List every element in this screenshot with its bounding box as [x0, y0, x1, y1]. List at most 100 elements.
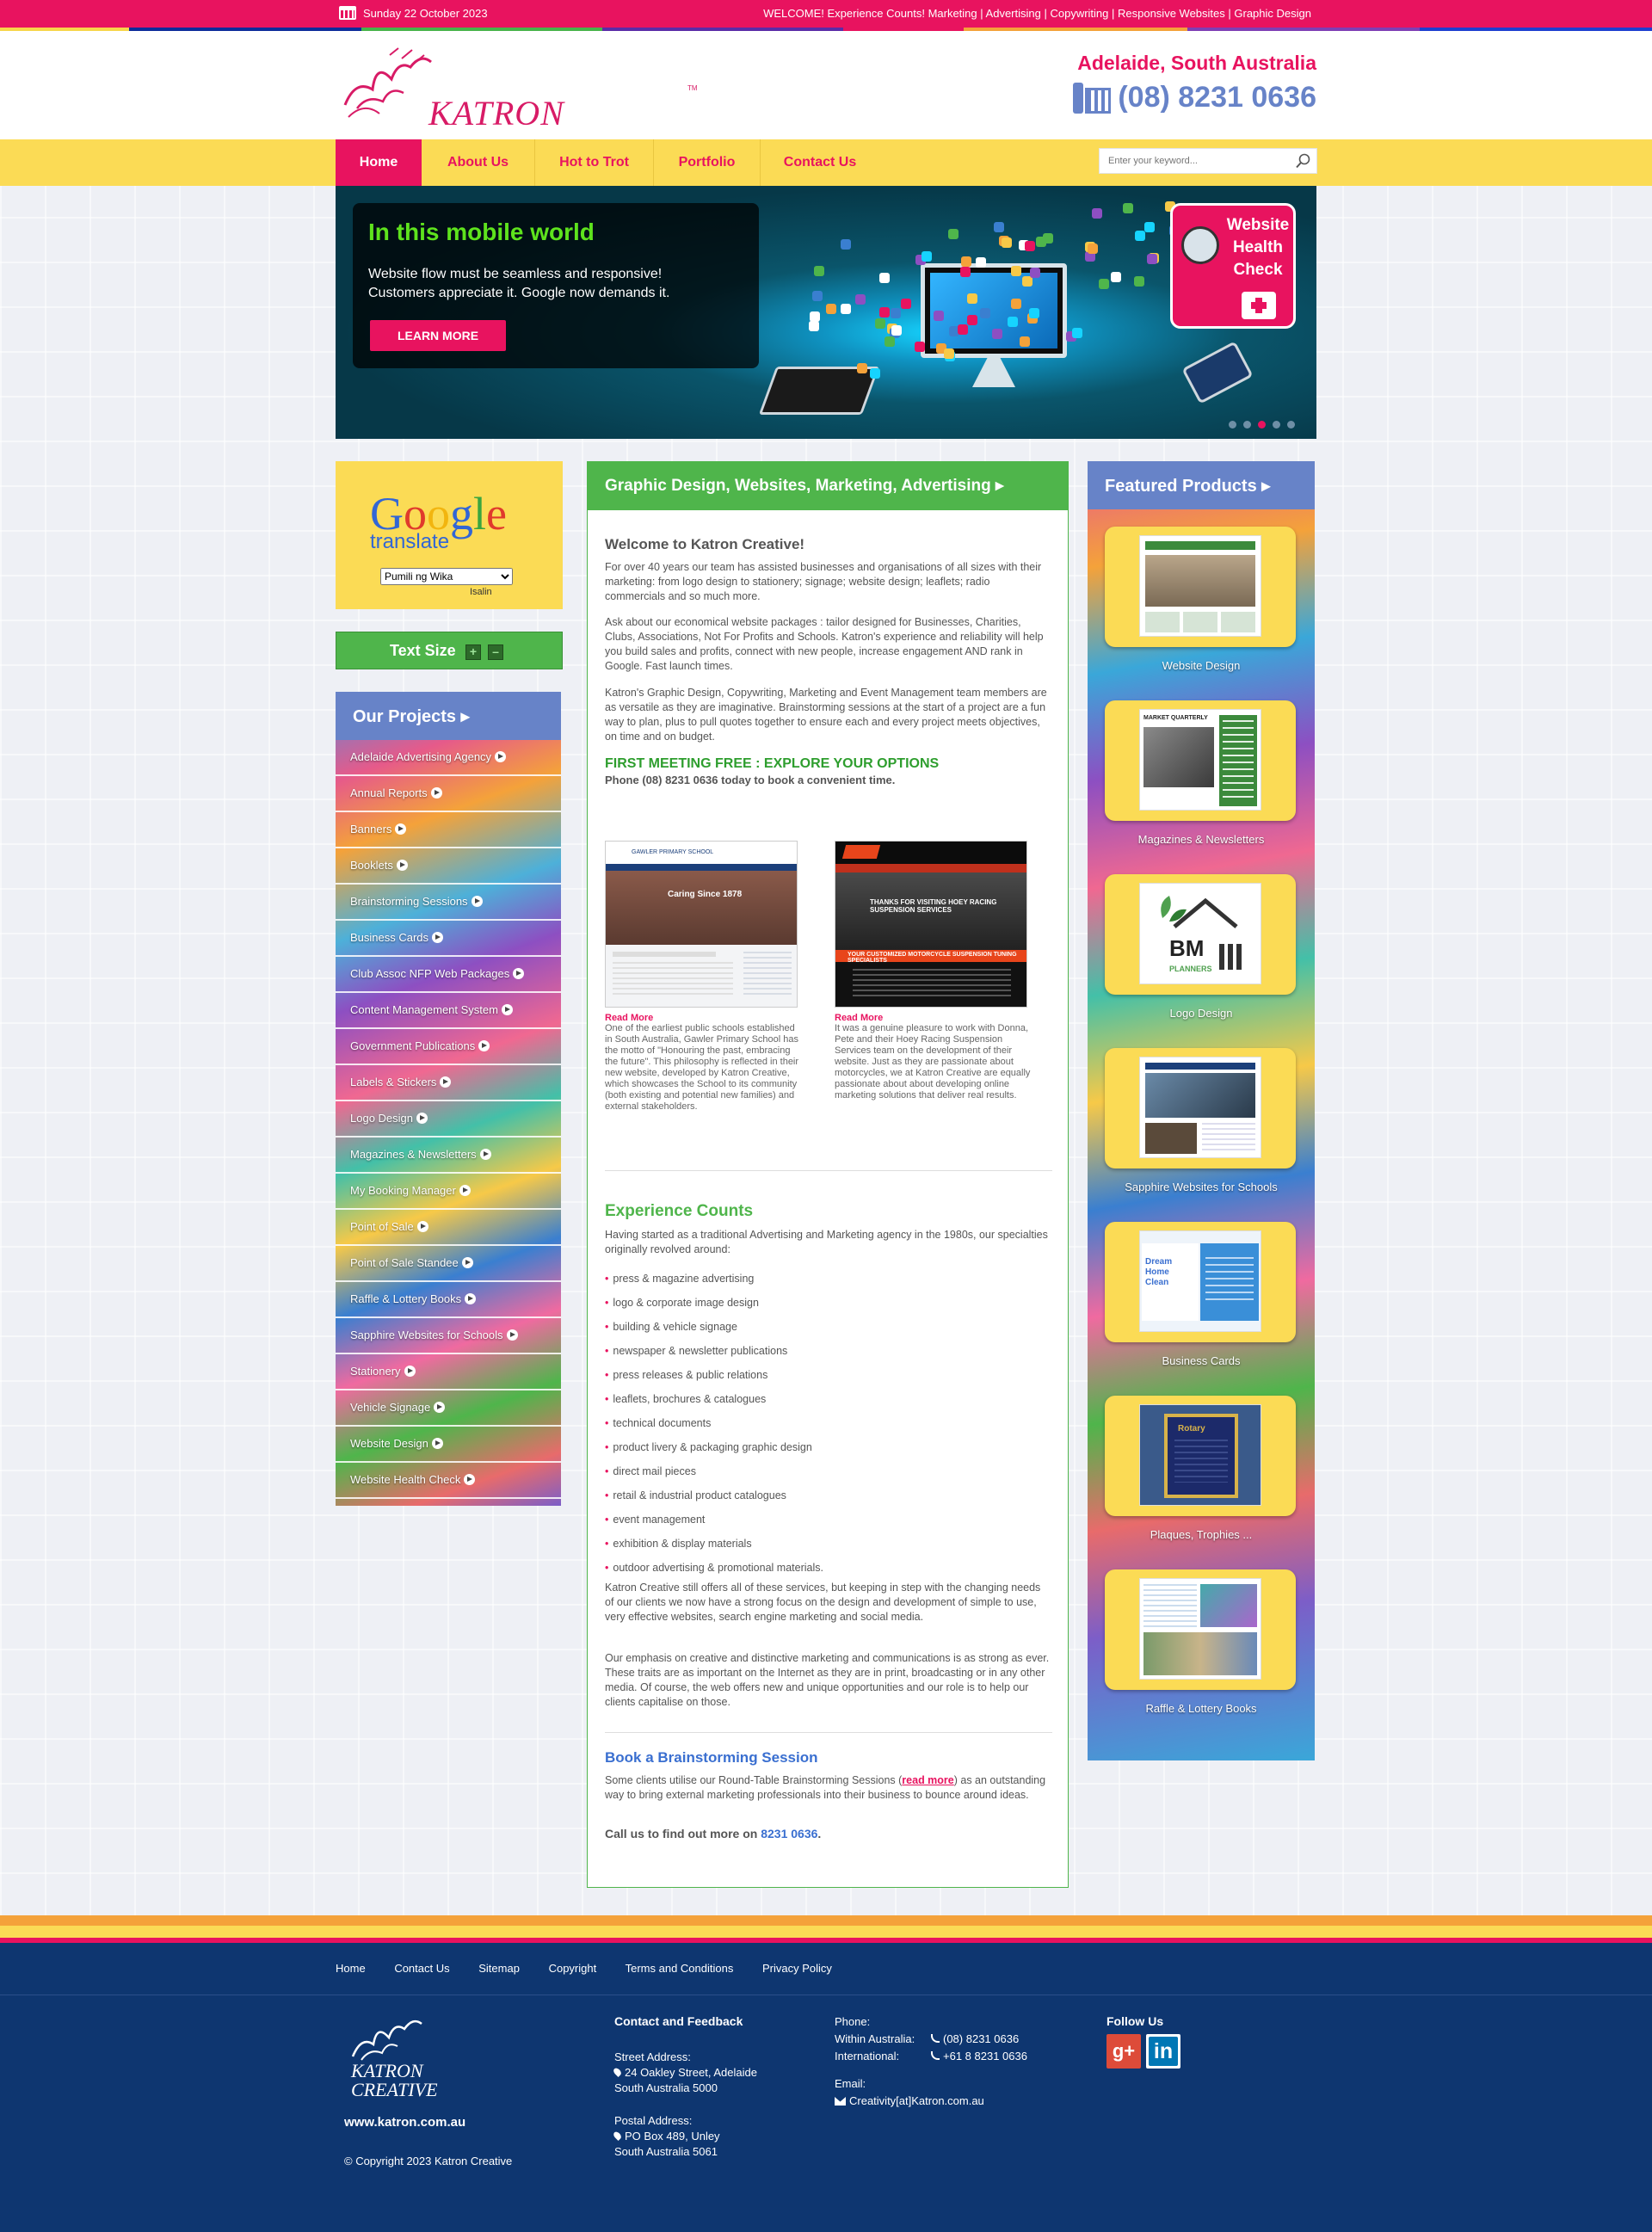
email-address[interactable]: Creativity[at]Katron.com.au	[849, 2094, 984, 2107]
app-icon	[1011, 298, 1022, 309]
logo-tm: TM	[687, 84, 698, 92]
footer-link-contact-us[interactable]: Contact Us	[394, 1962, 449, 1975]
intl-number[interactable]: +61 8 8231 0636	[943, 2050, 1027, 2062]
project-link[interactable]: Adelaide Advertising Agency	[336, 740, 561, 776]
hoey-read-more-link[interactable]: Read More	[835, 1013, 1031, 1023]
gawler-website-screenshot[interactable]: GAWLER PRIMARY SCHOOL Caring Since 1878	[605, 841, 798, 1008]
top-link-copywriting[interactable]: Copywriting |	[1050, 7, 1114, 20]
cat-mascot-icon	[1181, 226, 1219, 264]
project-link[interactable]: My Booking Manager	[336, 1174, 561, 1210]
project-link[interactable]: Content Management System	[336, 993, 561, 1029]
language-select[interactable]: Pumili ng Wika	[380, 568, 513, 585]
featured-products-heading[interactable]: Featured Products ▸	[1088, 461, 1315, 509]
app-icon	[825, 303, 836, 314]
featured-label[interactable]: Sapphire Websites for Schools	[1088, 1181, 1315, 1193]
featured-label[interactable]: Raffle & Lottery Books	[1088, 1702, 1315, 1715]
project-link[interactable]: Stationery	[336, 1354, 561, 1390]
footer-link-privacy[interactable]: Privacy Policy	[762, 1962, 832, 1975]
featured-magazines-newsletters[interactable]: MARKET QUARTERLY	[1105, 700, 1296, 821]
within-number[interactable]: (08) 8231 0636	[943, 2032, 1019, 2045]
our-projects-heading[interactable]: Our Projects ▸	[336, 692, 561, 740]
featured-logo-design[interactable]: BM PLANNERS	[1105, 874, 1296, 995]
slider-dot-active[interactable]	[1258, 421, 1266, 429]
website-health-check-badge[interactable]: Website Health Check	[1170, 203, 1296, 329]
featured-raffle-lottery[interactable]	[1105, 1569, 1296, 1690]
arrow-circle-right-icon	[459, 1185, 471, 1196]
footer-link-copyright[interactable]: Copyright	[549, 1962, 597, 1975]
featured-label[interactable]: Website Design	[1088, 659, 1315, 672]
featured-label[interactable]: Business Cards	[1088, 1354, 1315, 1367]
service-list-item: retail & industrial product catalogues	[605, 1483, 1052, 1508]
slider-dot[interactable]	[1229, 421, 1236, 429]
project-link[interactable]: Magazines & Newsletters	[336, 1138, 561, 1174]
project-link[interactable]: Point of Sale Standee	[336, 1246, 561, 1282]
service-list-item: technical documents	[605, 1411, 1052, 1435]
call-us-phone[interactable]: 8231 0636	[761, 1827, 817, 1840]
project-link[interactable]: Labels & Stickers	[336, 1065, 561, 1101]
project-link[interactable]: Point of Sale	[336, 1210, 561, 1246]
text-size-increase-button[interactable]: +	[465, 644, 481, 660]
project-link[interactable]: Logo Design	[336, 1101, 561, 1138]
footer-link-home[interactable]: Home	[336, 1962, 366, 1975]
featured-label[interactable]: Plaques, Trophies ...	[1088, 1528, 1315, 1541]
brainstorm-read-more-link[interactable]: read more	[902, 1774, 953, 1786]
slider-dot[interactable]	[1287, 421, 1295, 429]
top-link-graphic-design[interactable]: Graphic Design	[1234, 7, 1311, 20]
nav-contact-us[interactable]: Contact Us	[761, 139, 879, 186]
hoey-description: It was a genuine pleasure to work with D…	[835, 1023, 1031, 1101]
project-link-label: Business Cards	[350, 931, 429, 944]
featured-label[interactable]: Magazines & Newsletters	[1088, 833, 1315, 846]
service-list-item: press & magazine advertising	[605, 1267, 1052, 1291]
featured-sapphire-websites[interactable]	[1105, 1048, 1296, 1168]
top-link-advertising[interactable]: Advertising |	[986, 7, 1047, 20]
featured-plaques-trophies[interactable]: Rotary	[1105, 1396, 1296, 1516]
footer-phone-column: Phone: Within Australia: (08) 8231 0636 I…	[835, 2013, 1027, 2110]
featured-business-cards[interactable]: Dream Home Clean	[1105, 1222, 1296, 1342]
case-study-hoey-racing: THANKS FOR VISITING HOEY RACING SUSPENSI…	[835, 841, 1031, 1101]
project-link[interactable]: Brainstorming Sessions	[336, 885, 561, 921]
project-link[interactable]: Government Publications	[336, 1029, 561, 1065]
nav-about-us[interactable]: About Us	[422, 139, 535, 186]
project-link[interactable]: Vehicle Signage	[336, 1390, 561, 1427]
service-list-item: press releases & public relations	[605, 1363, 1052, 1387]
nav-hot-to-trot[interactable]: Hot to Trot	[535, 139, 654, 186]
project-link[interactable]: Website Health Check	[336, 1463, 561, 1499]
slider-dot[interactable]	[1243, 421, 1251, 429]
nav-home[interactable]: Home	[336, 139, 422, 186]
linkedin-icon[interactable]: in	[1146, 2034, 1180, 2069]
slider-dot[interactable]	[1273, 421, 1280, 429]
hoey-website-screenshot[interactable]: THANKS FOR VISITING HOEY RACING SUSPENSI…	[835, 841, 1027, 1008]
learn-more-button[interactable]: LEARN MORE	[370, 320, 506, 351]
featured-website-design[interactable]	[1105, 527, 1296, 647]
project-link[interactable]: Business Cards	[336, 921, 561, 957]
project-link[interactable]: Banners	[336, 812, 561, 848]
text-size-decrease-button[interactable]: –	[488, 644, 503, 660]
project-link[interactable]: Website Design	[336, 1427, 561, 1463]
project-link[interactable]: Club Assoc NFP Web Packages	[336, 957, 561, 993]
project-link[interactable]: Booklets	[336, 848, 561, 885]
search-input[interactable]	[1100, 149, 1285, 173]
search-icon[interactable]	[1296, 153, 1311, 169]
nav-portfolio[interactable]: Portfolio	[654, 139, 761, 186]
app-icon	[1110, 272, 1121, 283]
header-phone[interactable]: (08) 8231 0636	[1073, 81, 1316, 114]
top-menu: WELCOME! Experience Counts! Marketing | …	[760, 7, 1311, 20]
app-icon	[1143, 221, 1155, 232]
app-icon	[914, 341, 925, 352]
gawler-read-more-link[interactable]: Read More	[605, 1013, 801, 1023]
footer-website-link[interactable]: www.katron.com.au	[344, 2115, 465, 2130]
google-plus-icon[interactable]: g+	[1106, 2034, 1141, 2069]
project-link[interactable]: Sapphire Websites for Schools	[336, 1318, 561, 1354]
project-link[interactable]: Annual Reports	[336, 776, 561, 812]
emphasis-paragraph: Our emphasis on creative and distinctive…	[605, 1652, 1050, 1708]
top-link-responsive-websites[interactable]: Responsive Websites |	[1118, 7, 1231, 20]
featured-label[interactable]: Logo Design	[1088, 1007, 1315, 1020]
gawler-description: One of the earliest public schools estab…	[605, 1023, 799, 1112]
follow-heading: Follow Us	[1106, 2014, 1164, 2028]
location-text: Adelaide, South Australia	[1077, 52, 1316, 74]
footer-link-terms[interactable]: Terms and Conditions	[626, 1962, 734, 1975]
project-link[interactable]: Raffle & Lottery Books	[336, 1282, 561, 1318]
site-logo[interactable]: KATRON CREATIVE TM	[338, 45, 700, 173]
footer-link-sitemap[interactable]: Sitemap	[478, 1962, 520, 1975]
project-link-label: Point of Sale Standee	[350, 1256, 459, 1269]
